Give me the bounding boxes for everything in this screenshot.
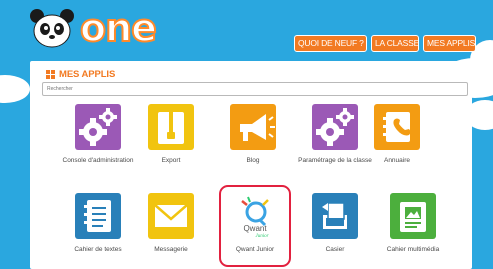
app-label: Export xyxy=(161,157,181,164)
zip-file-icon xyxy=(148,104,194,150)
nav-my-apps-button[interactable]: MES APPLIS xyxy=(423,35,476,52)
grid-icon xyxy=(46,69,55,79)
app-blog[interactable]: Blog xyxy=(208,104,298,184)
envelope-icon xyxy=(148,193,194,239)
tray-icon xyxy=(312,193,358,239)
search-input[interactable] xyxy=(42,82,468,96)
one-logo[interactable]: one xyxy=(18,5,158,51)
app-label: Cahier multimédia xyxy=(386,246,440,253)
app-label: Messagerie xyxy=(154,246,188,253)
panel-title-text: MES APPLIS xyxy=(59,68,116,80)
app-multimedia-book[interactable]: Cahier multimédia xyxy=(368,193,458,263)
app-export[interactable]: Export xyxy=(126,104,216,184)
app-label: Blog xyxy=(246,157,260,164)
app-directory[interactable]: Annuaire xyxy=(352,104,442,184)
cloud-decoration xyxy=(0,75,30,103)
panel-title: MES APPLIS xyxy=(46,68,115,80)
gears-icon xyxy=(75,104,121,150)
top-nav: QUOI DE NEUF ? LA CLASSE MES APPLIS xyxy=(294,35,476,52)
nav-whats-new-button[interactable]: QUOI DE NEUF ? xyxy=(294,35,367,52)
nav-class-button[interactable]: LA CLASSE xyxy=(371,35,419,52)
app-locker[interactable]: Casier xyxy=(290,193,380,263)
megaphone-icon xyxy=(230,104,276,150)
logo-text: one xyxy=(79,5,158,51)
panda-icon xyxy=(30,9,74,48)
app-messaging[interactable]: Messagerie xyxy=(126,193,216,263)
app-label: Casier xyxy=(325,246,345,253)
address-book-icon xyxy=(374,104,420,150)
selection-highlight xyxy=(219,185,291,267)
app-label: Annuaire xyxy=(383,157,411,164)
notebook-icon xyxy=(75,193,121,239)
multimedia-book-icon xyxy=(390,193,436,239)
